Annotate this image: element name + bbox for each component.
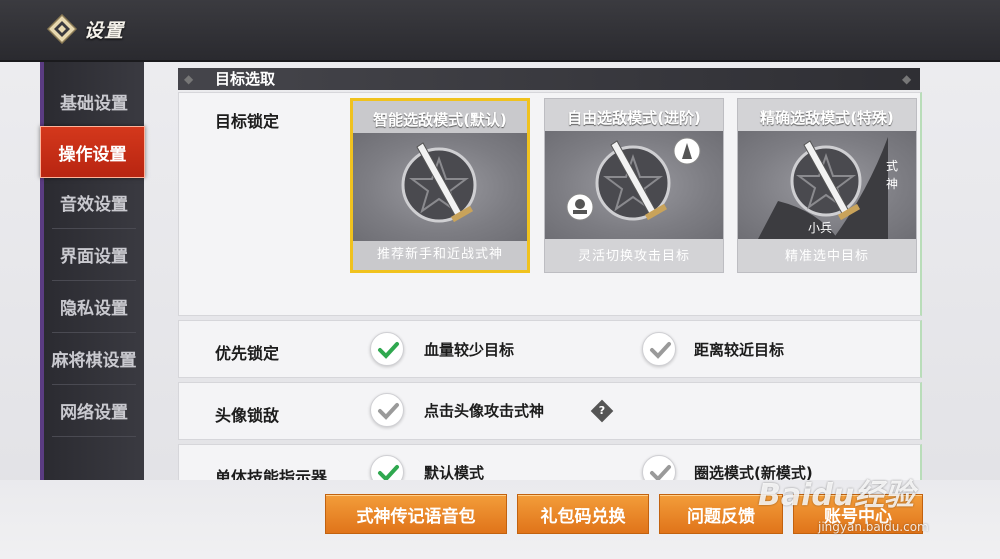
- mode-card-smart[interactable]: 智能选敌模式(默认) 推荐新手和近战式神: [350, 98, 530, 273]
- checkmark-icon: [378, 342, 399, 359]
- mode-title: 智能选敌模式(默认): [373, 111, 507, 129]
- target-lock-label: 目标锁定: [215, 112, 280, 131]
- diamond-ornament-icon: ◆: [902, 72, 912, 86]
- sidebar-item-privacy[interactable]: 隐私设置: [44, 280, 144, 332]
- diamond-ornament-icon: ◆: [184, 72, 194, 86]
- page-title: 设置: [84, 20, 125, 42]
- option-nearest-label[interactable]: 距离较近目标: [694, 339, 784, 360]
- checkbox-nearest[interactable]: [642, 332, 676, 366]
- option-low-hp-label[interactable]: 血量较少目标: [424, 339, 514, 360]
- mode-description: 推荐新手和近战式神: [376, 247, 503, 262]
- checkmark-icon: [650, 342, 671, 359]
- option-avatar-attack-label[interactable]: 点击头像攻击式神: [424, 400, 544, 421]
- art-label-shikigami: 式神: [886, 159, 899, 191]
- checkbox-avatar-attack[interactable]: [370, 393, 404, 427]
- priority-lock-card: 优先锁定 血量较少目标 距离较近目标: [178, 320, 922, 378]
- sidebar-item-interface[interactable]: 界面设置: [44, 228, 144, 280]
- checkmark-icon: [378, 465, 399, 480]
- mode-card-precise[interactable]: 精确选敌模式(特殊) 式神 小兵 精准选中目标: [737, 98, 917, 273]
- mode-description: 灵活切换攻击目标: [577, 249, 690, 264]
- mode-card-free[interactable]: 自由选敌模式(进阶) 灵活切换攻击目标: [544, 98, 724, 273]
- watermark-sub: jingyan.baidu.com: [818, 520, 929, 534]
- sidebar: 基础设置 操作设置 音效设置 界面设置 隐私设置 麻将棋设置 网络设置: [40, 62, 145, 480]
- art-label-minion: 小兵: [808, 221, 833, 235]
- checkbox-default-mode[interactable]: [370, 455, 404, 480]
- checkmark-icon: [378, 403, 399, 420]
- sidebar-item-network[interactable]: 网络设置: [44, 384, 144, 436]
- target-lock-card: 目标锁定 智能选敌模式(默认) 推荐新手和近战式神 自由选敌模式(进阶) 灵活切…: [178, 92, 922, 316]
- title-bar: 设置: [0, 0, 1000, 62]
- sidebar-item-basic[interactable]: 基础设置: [44, 75, 144, 127]
- section-title: 目标选取: [215, 70, 276, 88]
- sword-emblem-icon: [401, 142, 477, 223]
- mode-description: 精准选中目标: [784, 249, 869, 264]
- sword-emblem-icon: [566, 137, 701, 221]
- skill-indicator-label: 单体技能指示器: [215, 468, 328, 480]
- priority-lock-label: 优先锁定: [215, 344, 280, 363]
- settings-logo-icon: [47, 14, 77, 44]
- avatar-lock-label: 头像锁敌: [215, 406, 280, 425]
- sidebar-divider: [52, 436, 136, 437]
- checkbox-low-hp[interactable]: [370, 332, 404, 366]
- checkmark-icon: [650, 465, 671, 480]
- settings-panel: ◆ 目标选取 ◆ 目标锁定 智能选敌模式(默认) 推荐新手和近战式神 自由选敌模…: [144, 62, 934, 480]
- help-icon[interactable]: ?: [590, 399, 614, 423]
- sidebar-item-controls[interactable]: 操作设置: [40, 126, 145, 178]
- watermark: Baidu经验 jingyan.baidu.com: [758, 470, 958, 550]
- mode-title: 自由选敌模式(进阶): [567, 109, 701, 127]
- mode-art: [353, 133, 527, 241]
- watermark-text: Baidu经验: [758, 478, 915, 513]
- checkbox-circle-mode[interactable]: [642, 455, 676, 480]
- section-header: ◆ 目标选取 ◆: [178, 68, 920, 90]
- option-default-mode-label[interactable]: 默认模式: [424, 462, 484, 480]
- mode-title: 精确选敌模式(特殊): [760, 109, 894, 127]
- sidebar-item-mahjong[interactable]: 麻将棋设置: [44, 332, 144, 384]
- mode-art: 式神 小兵: [738, 131, 916, 239]
- sidebar-item-audio[interactable]: 音效设置: [44, 176, 144, 228]
- mode-art: [545, 131, 723, 239]
- gift-code-button[interactable]: 礼包码兑换: [517, 494, 649, 534]
- voice-pack-button[interactable]: 式神传记语音包: [325, 494, 507, 534]
- avatar-lock-card: 头像锁敌 点击头像攻击式神 ?: [178, 382, 922, 440]
